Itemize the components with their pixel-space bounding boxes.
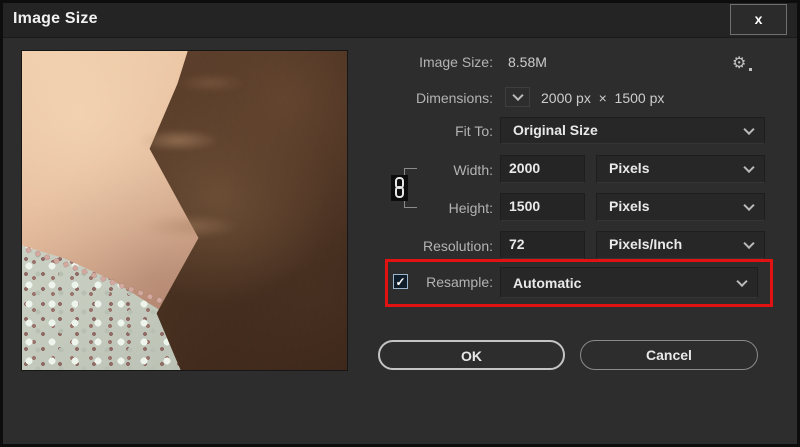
resolution-unit-dropdown[interactable]: Pixels/Inch bbox=[596, 231, 765, 259]
resolution-label: Resolution: bbox=[422, 238, 493, 254]
resample-dropdown[interactable]: Automatic bbox=[500, 267, 758, 298]
height-input[interactable]: 1500 bbox=[500, 193, 585, 221]
close-button[interactable]: x bbox=[730, 4, 787, 35]
title-bar: Image Size x bbox=[3, 3, 797, 38]
dialog-title: Image Size bbox=[13, 10, 98, 27]
image-size-dialog: Image Size x Image Size: 8.58M ⚙ Dimensi… bbox=[0, 0, 800, 447]
link-dimensions-icon[interactable] bbox=[391, 175, 408, 201]
resolution-input[interactable]: 72 bbox=[500, 231, 585, 259]
fit-to-label: Fit To: bbox=[455, 123, 493, 139]
width-input[interactable]: 2000 bbox=[500, 155, 585, 183]
chevron-down-icon bbox=[736, 275, 748, 287]
chevron-down-icon bbox=[743, 161, 755, 174]
image-preview bbox=[21, 50, 348, 371]
height-label: Height: bbox=[448, 200, 493, 216]
height-unit-dropdown[interactable]: Pixels bbox=[596, 193, 765, 221]
preview-hair-fuzz bbox=[22, 51, 347, 370]
dimensions-value: 2000 px × 1500 px bbox=[541, 90, 665, 106]
image-size-label: Image Size: bbox=[419, 54, 493, 70]
chevron-down-icon bbox=[512, 89, 524, 102]
fit-to-dropdown[interactable]: Original Size bbox=[500, 117, 765, 144]
width-label: Width: bbox=[453, 162, 493, 178]
resample-label: Resample: bbox=[426, 274, 493, 290]
image-size-value: 8.58M bbox=[508, 54, 547, 70]
cancel-button[interactable]: Cancel bbox=[580, 340, 758, 370]
dimensions-label: Dimensions: bbox=[415, 90, 493, 106]
gear-icon[interactable]: ⚙ bbox=[732, 53, 753, 73]
chevron-down-icon bbox=[743, 237, 755, 250]
chevron-down-icon bbox=[743, 199, 755, 212]
chevron-down-icon bbox=[743, 123, 755, 135]
ok-button[interactable]: OK bbox=[378, 340, 565, 370]
gear-menu-dot bbox=[749, 68, 753, 71]
width-unit-dropdown[interactable]: Pixels bbox=[596, 155, 765, 183]
dimensions-unit-toggle[interactable] bbox=[505, 87, 530, 107]
